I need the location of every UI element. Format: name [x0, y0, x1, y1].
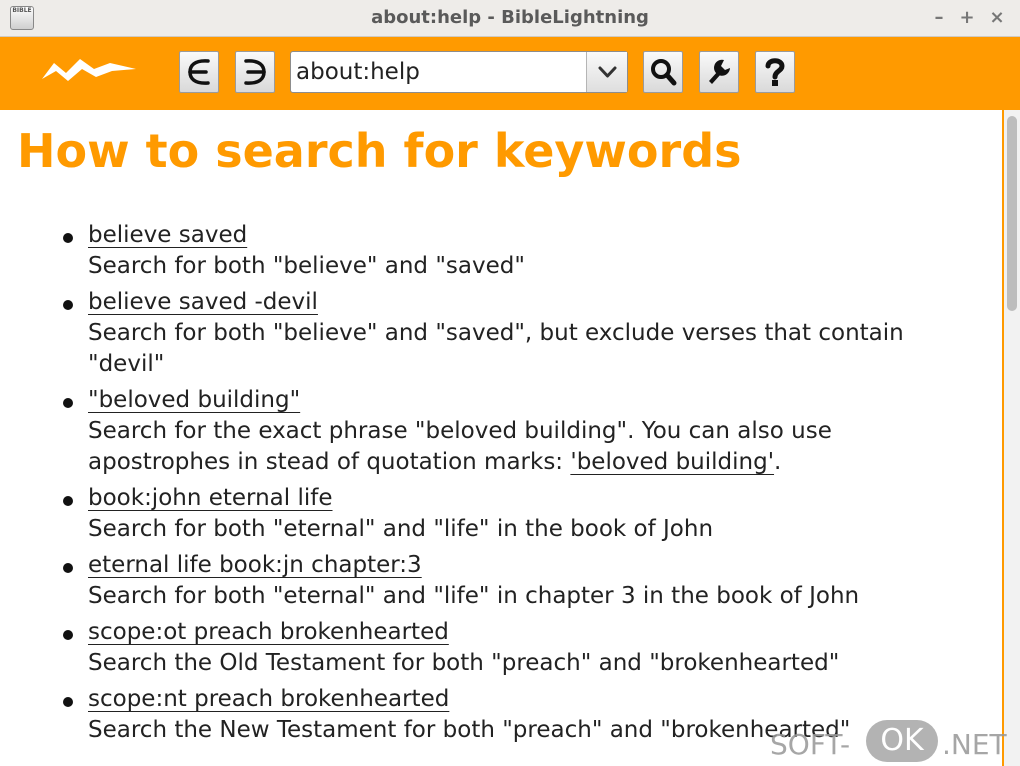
scrollbar-thumb[interactable] — [1007, 116, 1017, 311]
query-link[interactable]: believe saved -devil — [88, 289, 318, 315]
settings-button[interactable] — [699, 51, 739, 93]
query-description: Search the Old Testament for both "preac… — [88, 650, 840, 676]
vertical-scrollbar[interactable] — [1004, 110, 1020, 766]
watermark-text-soft: SOFT- — [770, 728, 851, 761]
question-icon — [765, 58, 785, 86]
title-bar: BIBLE about:help - BibleLightning – + × — [0, 0, 1020, 37]
bullet — [63, 563, 73, 573]
query-link[interactable]: scope:nt preach brokenhearted — [88, 686, 449, 712]
query-link[interactable]: believe saved — [88, 222, 247, 248]
list-item: believe saved Search for both "believe" … — [63, 220, 968, 282]
bullet — [63, 398, 73, 408]
watermark-text-ok: OK — [866, 720, 938, 762]
query-description: Search for the exact phrase "beloved bui… — [88, 416, 968, 478]
query-link[interactable]: eternal life book:jn chapter:3 — [88, 552, 422, 578]
list-item: scope:ot preach brokenhearted Search the… — [63, 617, 968, 679]
query-description-tail: . — [774, 449, 782, 475]
bullet — [63, 496, 73, 506]
search-button[interactable] — [643, 51, 683, 93]
list-item: book:john eternal life Search for both "… — [63, 483, 968, 545]
page-title: How to search for keywords — [17, 124, 742, 178]
wrench-icon — [709, 59, 730, 84]
toolbar — [0, 37, 1020, 110]
bullet — [63, 233, 73, 243]
help-button[interactable] — [755, 51, 795, 93]
forward-arrow-icon — [244, 59, 266, 85]
url-input[interactable] — [293, 54, 589, 90]
magnifier-icon — [651, 59, 677, 86]
query-link[interactable]: "beloved building" — [88, 387, 300, 413]
query-description: Search for both "believe" and "saved" — [88, 253, 525, 279]
query-link[interactable]: scope:ot preach brokenhearted — [88, 619, 449, 645]
bullet — [63, 697, 73, 707]
list-item: eternal life book:jn chapter:3 Search fo… — [63, 550, 968, 612]
bullet — [63, 300, 73, 310]
lightning-logo-icon — [42, 59, 136, 81]
back-button[interactable] — [179, 51, 219, 93]
inline-query-link[interactable]: 'beloved building' — [570, 449, 774, 475]
list-item: "beloved building" Search for the exact … — [63, 385, 968, 478]
query-description: Search for both "believe" and "saved", b… — [88, 320, 904, 377]
chevron-down-icon — [598, 66, 617, 78]
window-title: about:help - BibleLightning — [371, 7, 649, 28]
list-item: believe saved -devil Search for both "be… — [63, 287, 968, 380]
forward-button[interactable] — [235, 51, 275, 93]
watermark-text-net: .NET — [942, 728, 1007, 761]
query-link[interactable]: book:john eternal life — [88, 485, 333, 511]
close-button[interactable]: × — [986, 7, 1008, 29]
url-dropdown-button[interactable] — [586, 52, 627, 92]
query-description: Search for both "eternal" and "life" in … — [88, 583, 860, 609]
bullet — [63, 630, 73, 640]
minimize-button[interactable]: – — [928, 7, 950, 29]
url-combobox[interactable] — [290, 51, 628, 93]
query-description: Search for both "eternal" and "life" in … — [88, 516, 714, 542]
help-content: How to search for keywords believe saved… — [0, 110, 1004, 766]
maximize-button[interactable]: + — [956, 7, 978, 29]
back-arrow-icon — [188, 59, 210, 85]
